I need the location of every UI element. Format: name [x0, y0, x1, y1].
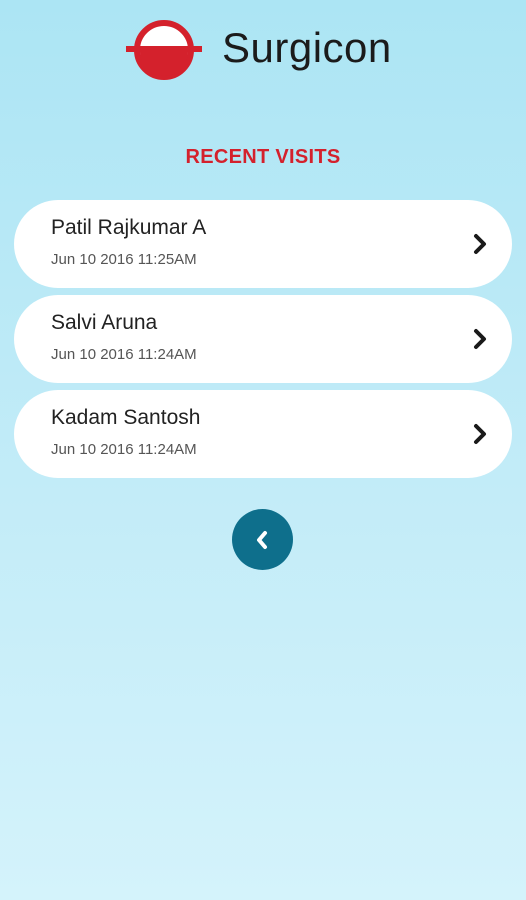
chevron-right-icon — [474, 234, 486, 254]
visit-card[interactable]: Kadam Santosh Jun 10 2016 11:24AM — [14, 390, 512, 478]
app-title: Surgicon — [222, 24, 392, 71]
visit-card[interactable]: Patil Rajkumar A Jun 10 2016 11:25AM — [14, 200, 512, 288]
visit-patient-name: Patil Rajkumar A — [51, 216, 207, 239]
surgicon-logo — [126, 20, 202, 80]
visit-card[interactable]: Salvi Aruna Jun 10 2016 11:24AM — [14, 295, 512, 383]
visit-patient-name: Kadam Santosh — [51, 406, 201, 429]
visit-datetime: Jun 10 2016 11:24AM — [51, 346, 197, 363]
recent-visits-heading: RECENT VISITS — [185, 146, 341, 168]
chevron-left-icon — [257, 531, 267, 549]
back-button[interactable] — [232, 509, 293, 570]
visit-patient-name: Salvi Aruna — [51, 311, 158, 334]
chevron-right-icon — [474, 424, 486, 444]
visit-datetime: Jun 10 2016 11:24AM — [51, 441, 197, 458]
app-header: Surgicon — [0, 14, 526, 84]
visit-datetime: Jun 10 2016 11:25AM — [51, 251, 197, 268]
chevron-right-icon — [474, 329, 486, 349]
recent-visits-list: Patil Rajkumar A Jun 10 2016 11:25AM Sal… — [14, 200, 512, 485]
